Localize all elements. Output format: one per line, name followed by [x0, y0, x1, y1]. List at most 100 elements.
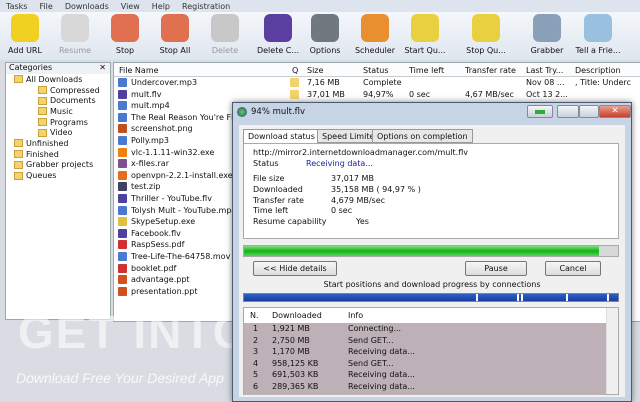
toolbar-button-delete[interactable]: Delete: [200, 14, 250, 55]
category-programs[interactable]: Programs: [6, 117, 110, 128]
category-finished[interactable]: Finished: [6, 149, 110, 160]
category-grabber-projects[interactable]: Grabber projects: [6, 160, 110, 171]
connection-row: 3 1,170 MB Receiving data...: [244, 346, 606, 358]
connection-number: 5: [253, 370, 259, 379]
category-label: Compressed: [50, 85, 100, 95]
folder-icon: [38, 118, 47, 127]
column-header-q[interactable]: Q: [292, 66, 298, 75]
category-unfinished[interactable]: Unfinished: [6, 138, 110, 149]
connection-downloaded: 958,125 KB: [272, 358, 319, 368]
vertical-scrollbar[interactable]: [606, 308, 618, 394]
grabber-icon: [533, 14, 561, 42]
toolbar-button-stop[interactable]: Stop: [100, 14, 150, 55]
connection-number: 1: [253, 324, 259, 333]
cell-name: screenshot.png: [131, 124, 193, 134]
column-header[interactable]: Info: [348, 311, 363, 320]
hide-details-button[interactable]: << Hide details: [253, 261, 337, 276]
toolbar-button-start-qu[interactable]: Start Qu...: [400, 14, 450, 55]
tab-download-status[interactable]: Download status: [243, 129, 320, 144]
column-header-status[interactable]: Status: [363, 66, 389, 75]
file-type-icon: [118, 170, 127, 180]
menu-tasks[interactable]: Tasks: [6, 2, 27, 11]
pause-button[interactable]: Pause: [465, 261, 527, 276]
gear-icon: [311, 14, 339, 42]
close-button[interactable]: ✕: [599, 105, 631, 118]
category-documents[interactable]: Documents: [6, 95, 110, 106]
cell-status: Complete: [363, 78, 402, 87]
toolbar-button-stop-qu[interactable]: Stop Qu...: [461, 14, 511, 55]
connection-row: 6 289,365 KB Receiving data...: [244, 381, 606, 393]
table-row[interactable]: Undercover.mp3 7,16 MB Complete Nov 08 ...,…: [114, 77, 640, 89]
field-label: Resume capability: [253, 217, 327, 227]
field-value: 35,158 MB ( 94,97 % ): [331, 184, 421, 194]
toolbar-button-delete-c[interactable]: Delete C...: [253, 14, 303, 55]
connections-caption: Start positions and download progress by…: [323, 280, 541, 289]
toolbar-label: Delete C...: [256, 46, 300, 55]
menu-downloads[interactable]: Downloads: [65, 2, 109, 11]
minimize-button[interactable]: [557, 105, 579, 118]
column-header-last-try-[interactable]: Last Try...: [526, 66, 563, 75]
cell-name: RaspSess.pdf: [131, 240, 185, 250]
menu-registration[interactable]: Registration: [182, 2, 230, 11]
folder-icon: [14, 150, 23, 159]
cell-desc: , Title: Underc: [575, 78, 631, 87]
connection-row: 5 691,503 KB Receiving data...: [244, 369, 606, 381]
category-label: Queues: [26, 171, 57, 181]
status-value: Receiving data...: [306, 159, 373, 168]
file-type-icon: [118, 124, 127, 134]
cell-last: Oct 13 2...: [526, 89, 568, 99]
cell-name: openvpn-2.2.1-install.exe: [131, 170, 233, 180]
column-header-time-left[interactable]: Time left: [409, 66, 444, 75]
column-header-transfer-rate[interactable]: Transfer rate: [465, 66, 516, 75]
connections-progress-bar: [243, 293, 619, 302]
cell-name: booklet.pdf: [131, 263, 177, 273]
file-type-icon: [118, 228, 127, 238]
toolbar-button-tell-a-frie[interactable]: Tell a Frie...: [573, 14, 623, 55]
folder-icon: [14, 160, 23, 169]
cancel-button[interactable]: Cancel: [545, 261, 601, 276]
download-progress-bar: [243, 245, 619, 257]
tab-options-on-completion[interactable]: Options on completion: [372, 129, 473, 143]
minimize-to-tray-button[interactable]: [527, 105, 553, 118]
category-queues[interactable]: Queues: [6, 170, 110, 181]
toolbar-button-grabber[interactable]: Grabber: [522, 14, 572, 55]
category-compressed[interactable]: Compressed: [6, 85, 110, 96]
connection-number: 6: [253, 381, 259, 391]
column-header[interactable]: N.: [250, 311, 259, 320]
toolbar-button-add-url[interactable]: Add URL: [0, 14, 50, 55]
close-icon[interactable]: ✕: [99, 63, 106, 72]
category-music[interactable]: Music: [6, 106, 110, 117]
toolbar-button-resume[interactable]: Resume: [50, 14, 100, 55]
toolbar-button-scheduler[interactable]: Scheduler: [350, 14, 400, 55]
column-header-description[interactable]: Description: [575, 66, 621, 75]
toolbar-button-stop-all[interactable]: Stop All: [150, 14, 200, 55]
table-row[interactable]: mult.flv 37,01 MB 94,97% 0 sec 4,67 MB/sec Oc…: [114, 89, 640, 101]
file-type-icon: [118, 193, 127, 203]
toolbar-label: Grabber: [530, 46, 564, 55]
column-header-file-name[interactable]: File Name: [119, 66, 159, 75]
field-value: Yes: [356, 217, 369, 227]
cell-name: advantage.ppt: [131, 275, 190, 285]
category-video[interactable]: Video: [6, 127, 110, 138]
field-label: File size: [253, 174, 285, 183]
column-header[interactable]: Downloaded: [272, 311, 322, 320]
category-all-downloads[interactable]: All Downloads: [6, 74, 110, 85]
toolbar-button-options[interactable]: Options: [300, 14, 350, 55]
connection-number: 2: [253, 335, 259, 345]
cell-name: SkypeSetup.exe: [131, 217, 196, 227]
menu-help[interactable]: Help: [152, 2, 170, 11]
column-header-size[interactable]: Size: [307, 66, 323, 75]
menu-view[interactable]: View: [121, 2, 140, 11]
menu-file[interactable]: File: [39, 2, 52, 11]
folder-icon: [14, 75, 23, 84]
cell-name: Undercover.mp3: [131, 78, 198, 87]
connections-table: N. Downloaded Info 1 1,921 MB Connecting..…: [243, 307, 619, 395]
connection-info: Send GET...: [348, 335, 394, 345]
toolbar-label: Tell a Frie...: [575, 46, 621, 55]
alarm-clock-icon: [361, 14, 389, 42]
add-url-icon: [11, 14, 39, 42]
category-label: Unfinished: [26, 138, 69, 148]
connection-downloaded: 1,921 MB: [272, 324, 310, 333]
watermark-tagline: Download Free Your Desired App: [16, 370, 224, 386]
maximize-button[interactable]: [579, 105, 599, 118]
